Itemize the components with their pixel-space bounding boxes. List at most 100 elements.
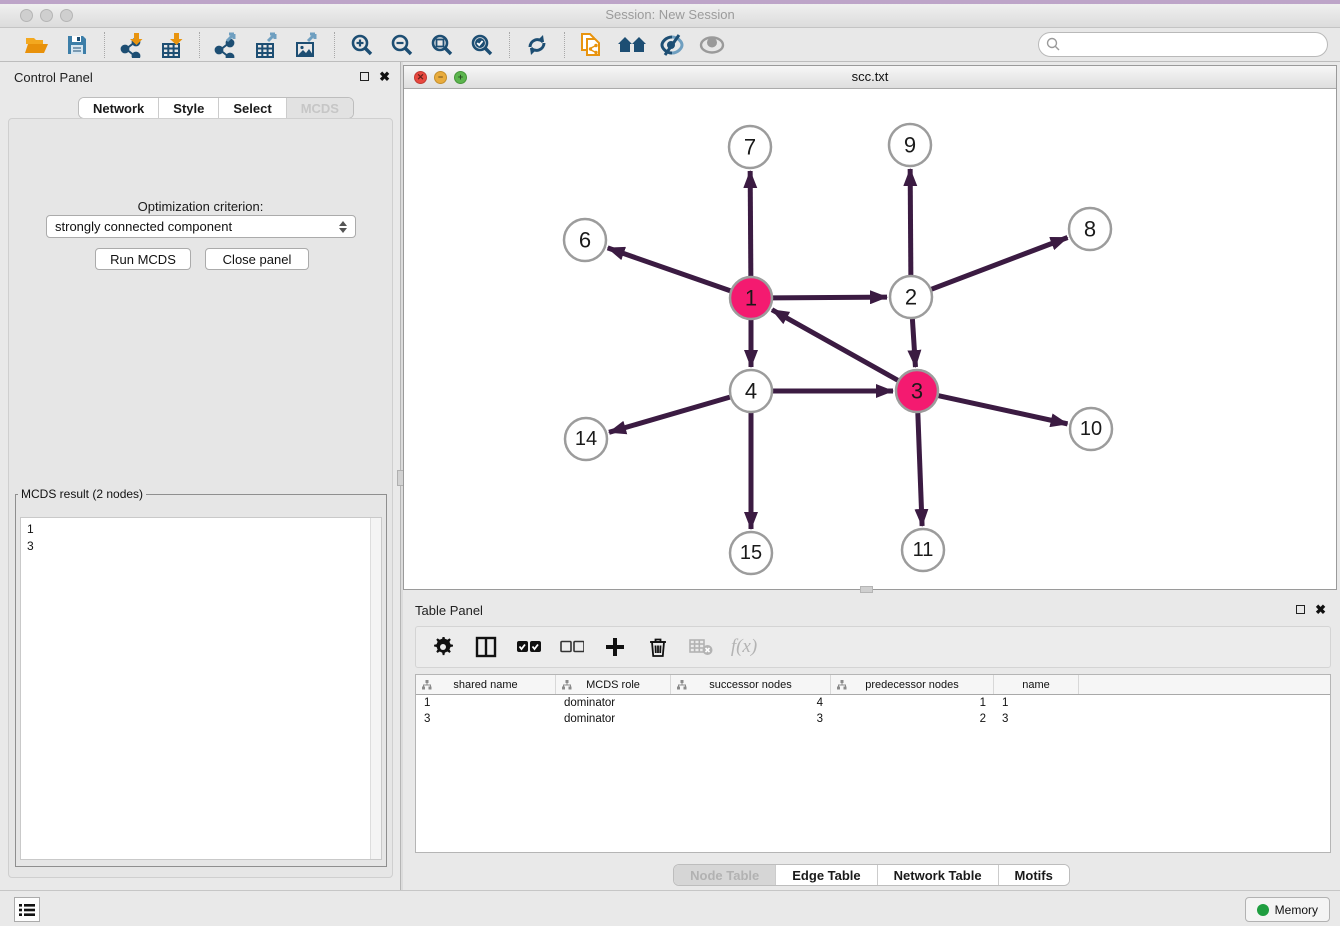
- graph-node-4[interactable]: 4: [730, 370, 772, 412]
- edge-1-7[interactable]: [750, 171, 751, 276]
- edge-3-11[interactable]: [918, 413, 922, 526]
- table-row[interactable]: 1dominator411: [416, 695, 1330, 711]
- table-cell: dominator: [556, 713, 671, 725]
- search-input[interactable]: [1038, 32, 1328, 57]
- svg-text:9: 9: [904, 133, 916, 158]
- mcds-result-title: MCDS result (2 nodes): [18, 487, 146, 501]
- horizontal-divider-grip[interactable]: [860, 586, 873, 593]
- search-container: [1038, 32, 1328, 57]
- table-panel-header: Table Panel ✖: [403, 599, 1340, 623]
- tab-select[interactable]: Select: [218, 98, 285, 118]
- network-canvas[interactable]: 7 9 6 8 1 2 4 3 14 10 15 11: [404, 89, 1336, 589]
- add-row-icon[interactable]: [602, 634, 628, 660]
- edge-3-1[interactable]: [772, 310, 898, 381]
- hide-graphics-details-icon[interactable]: [657, 31, 687, 59]
- column-label: MCDS role: [586, 679, 640, 691]
- open-session-icon[interactable]: [22, 31, 52, 59]
- select-all-columns-icon[interactable]: [516, 634, 542, 660]
- memory-label: Memory: [1275, 903, 1318, 917]
- table-panel-title: Table Panel: [415, 603, 483, 618]
- column-header-successor-nodes[interactable]: successor nodes: [671, 675, 831, 694]
- edge-2-8[interactable]: [932, 238, 1068, 290]
- table-cell: 3: [994, 713, 1079, 725]
- criterion-dropdown[interactable]: strongly connected component: [46, 215, 356, 238]
- tab-motifs[interactable]: Motifs: [998, 865, 1069, 885]
- duplicate-network-icon[interactable]: [577, 31, 607, 59]
- float-panel-icon[interactable]: [360, 72, 369, 81]
- svg-text:14: 14: [575, 428, 597, 450]
- run-mcds-button[interactable]: Run MCDS: [95, 248, 191, 270]
- export-image-icon[interactable]: [292, 31, 322, 59]
- tab-network-table[interactable]: Network Table: [877, 865, 998, 885]
- tab-edge-table[interactable]: Edge Table: [775, 865, 876, 885]
- dropdown-stepper-icon: [339, 221, 347, 233]
- zoom-out-icon[interactable]: [387, 31, 417, 59]
- close-table-panel-icon[interactable]: ✖: [1315, 604, 1326, 615]
- graph-node-3[interactable]: 3: [896, 370, 938, 412]
- first-neighbors-icon[interactable]: [617, 31, 647, 59]
- zoom-fit-icon[interactable]: [427, 31, 457, 59]
- column-header-shared-name[interactable]: shared name: [416, 675, 556, 694]
- edge-3-10[interactable]: [938, 396, 1067, 424]
- zoom-in-icon[interactable]: [347, 31, 377, 59]
- column-header-predecessor-nodes[interactable]: predecessor nodes: [831, 675, 994, 694]
- table-toolbar: f(x): [415, 626, 1331, 668]
- titlebar[interactable]: Session: New Session: [0, 4, 1340, 28]
- edge-2-9[interactable]: [910, 169, 911, 275]
- export-table-icon[interactable]: [252, 31, 282, 59]
- optimization-criterion-label: Optimization criterion:: [9, 199, 392, 214]
- edge-1-2[interactable]: [773, 297, 887, 298]
- graph-node-10[interactable]: 10: [1070, 408, 1112, 450]
- table-tabs-row: Node TableEdge TableNetwork TableMotifs: [403, 864, 1340, 886]
- svg-text:1: 1: [745, 286, 757, 311]
- result-line: 3: [27, 538, 375, 555]
- float-table-panel-icon[interactable]: [1296, 605, 1305, 614]
- tab-node-table[interactable]: Node Table: [674, 865, 775, 885]
- memory-button[interactable]: Memory: [1245, 897, 1330, 922]
- graph-node-7[interactable]: 7: [729, 126, 771, 168]
- control-panel-tabs: NetworkStyleSelectMCDS: [78, 97, 354, 119]
- import-table-icon[interactable]: [157, 31, 187, 59]
- graph-node-8[interactable]: 8: [1069, 208, 1111, 250]
- mcds-result-text[interactable]: 13: [20, 517, 382, 860]
- zoom-selected-icon[interactable]: [467, 31, 497, 59]
- graph-node-1[interactable]: 1: [730, 277, 772, 319]
- tab-style[interactable]: Style: [158, 98, 218, 118]
- table-settings-icon[interactable]: [430, 634, 456, 660]
- table-cell: 2: [831, 713, 994, 725]
- control-panel-title: Control Panel: [14, 70, 93, 85]
- save-session-icon[interactable]: [62, 31, 92, 59]
- graph-node-6[interactable]: 6: [564, 219, 606, 261]
- graph-node-2[interactable]: 2: [890, 276, 932, 318]
- column-header-name[interactable]: name: [994, 675, 1079, 694]
- svg-text:11: 11: [913, 539, 934, 561]
- tab-network[interactable]: Network: [79, 98, 158, 118]
- column-header-MCDS-role[interactable]: MCDS role: [556, 675, 671, 694]
- unselect-all-columns-icon[interactable]: [559, 634, 585, 660]
- control-panel: Control Panel ✖ NetworkStyleSelectMCDS O…: [0, 62, 400, 890]
- result-scrollbar[interactable]: [370, 518, 381, 859]
- export-network-icon[interactable]: [212, 31, 242, 59]
- task-history-button[interactable]: [14, 897, 40, 922]
- table-panel: Table Panel ✖ f(x) shared name MCDS role s…: [403, 593, 1340, 890]
- close-panel-button[interactable]: Close panel: [205, 248, 309, 270]
- graph-node-14[interactable]: 14: [565, 418, 607, 460]
- graph-node-9[interactable]: 9: [889, 124, 931, 166]
- tab-mcds[interactable]: MCDS: [286, 98, 353, 118]
- refresh-icon[interactable]: [522, 31, 552, 59]
- import-network-icon[interactable]: [117, 31, 147, 59]
- graph-node-11[interactable]: 11: [902, 529, 944, 571]
- table-row[interactable]: 3dominator323: [416, 711, 1330, 727]
- network-view-window: ✕ − + scc.txt 7 9 6 8 1 2 4 3 14 10 15 11: [403, 65, 1337, 590]
- close-panel-icon[interactable]: ✖: [379, 71, 390, 82]
- edge-2-3[interactable]: [912, 319, 915, 367]
- memory-status-icon: [1257, 904, 1269, 916]
- edge-4-14[interactable]: [609, 397, 730, 432]
- delete-row-icon[interactable]: [645, 634, 671, 660]
- graph-node-15[interactable]: 15: [730, 532, 772, 574]
- network-window-titlebar[interactable]: ✕ − + scc.txt: [404, 66, 1336, 89]
- column-label: predecessor nodes: [865, 679, 959, 691]
- show-columns-icon[interactable]: [473, 634, 499, 660]
- show-graphics-details-icon[interactable]: [697, 31, 727, 59]
- edge-1-6[interactable]: [608, 248, 731, 291]
